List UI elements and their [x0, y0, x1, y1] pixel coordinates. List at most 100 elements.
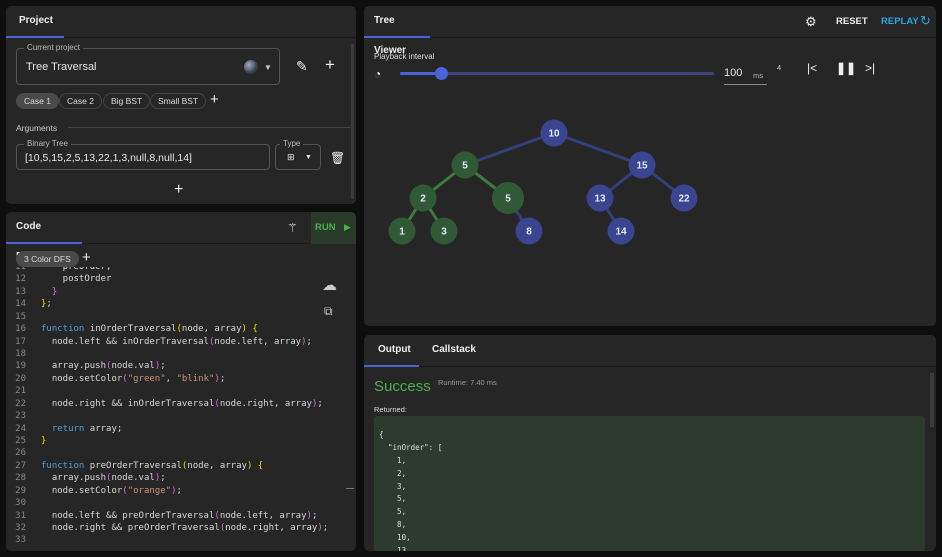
project-panel: Project Current project Tree Traversal ▼…: [6, 6, 356, 204]
interval-value: 100: [724, 67, 743, 79]
delete-icon[interactable]: 🗑: [330, 151, 345, 165]
tree-node[interactable]: 22: [670, 184, 698, 212]
code-token: return: [51, 423, 85, 434]
code-token: {: [257, 460, 264, 471]
current-project-select[interactable]: Current project Tree Traversal ▼: [16, 43, 280, 85]
code-token: node.right, array: [219, 398, 312, 409]
node-value: 2: [420, 194, 426, 205]
case-chip[interactable]: Small BST: [150, 93, 207, 109]
code-line: 25}: [6, 435, 336, 447]
settings-icon[interactable]: ⚙: [805, 15, 817, 29]
tree-node[interactable]: 3: [430, 217, 458, 245]
code-token: ,: [165, 373, 177, 384]
add-case-icon[interactable]: +: [210, 92, 219, 107]
code-token: node.setColor: [41, 373, 123, 384]
code-token: ;: [176, 485, 182, 496]
step-forward-icon[interactable]: >|: [865, 61, 875, 75]
case-chip[interactable]: Case 1: [16, 93, 59, 109]
code-token: "green": [127, 373, 166, 384]
json-line: 3,: [379, 481, 407, 491]
node-value: 14: [615, 227, 627, 238]
copy-icon[interactable]: ⧉: [324, 304, 333, 318]
type-select[interactable]: Type ⊞ ▼: [275, 139, 321, 170]
code-token: node.right && inOrderTraversal: [41, 398, 215, 409]
json-line: 5,: [379, 494, 407, 504]
code-text: function inOrderTraversal(node, array) {: [41, 323, 258, 335]
replay-icon[interactable]: ↻: [920, 14, 931, 28]
node-value: 13: [594, 194, 606, 205]
chevron-down-icon: ▼: [264, 63, 272, 72]
reset-button[interactable]: RESET: [836, 16, 868, 27]
code-token: function: [41, 460, 85, 471]
line-number: 15: [15, 311, 26, 322]
add-argument-icon[interactable]: +: [174, 182, 183, 198]
tree-node[interactable]: 8: [515, 217, 543, 245]
code-token: node.left, array: [214, 336, 302, 347]
run-label: RUN: [315, 222, 336, 233]
code-token: ;: [46, 299, 52, 310]
tab-code-runner[interactable]: Code Runner: [6, 212, 82, 262]
binary-tree-input[interactable]: Binary Tree [10,5,15,2,5,13,22,1,3,null,…: [16, 139, 270, 170]
line-number: 31: [15, 510, 26, 521]
code-text: preOrder,: [41, 267, 112, 273]
tree-node[interactable]: 10: [540, 119, 568, 147]
run-button[interactable]: RUN ▶: [311, 212, 356, 244]
node-value: 15: [636, 161, 648, 172]
line-number: 24: [15, 423, 26, 434]
scrollbar[interactable]: [346, 488, 354, 489]
case-chip[interactable]: Case 2: [59, 93, 102, 109]
speedometer-icon: ◔: [374, 67, 382, 81]
tree-canvas: 105 152 5 13 221 3 8 14: [388, 119, 698, 245]
tab-callstack[interactable]: Callstack: [422, 335, 486, 367]
code-line: 16 function inOrderTraversal(node, array)…: [6, 323, 336, 335]
node-value: 5: [462, 161, 468, 172]
code-token: node.val: [111, 473, 155, 484]
tree-node[interactable]: 14: [607, 217, 635, 245]
line-number: 21: [15, 386, 26, 397]
pause-icon[interactable]: ❚❚: [836, 61, 856, 75]
slider-thumb[interactable]: [434, 67, 448, 80]
tree-node[interactable]: 13: [586, 184, 614, 212]
code-text: }: [41, 286, 57, 298]
tree-node[interactable]: 2: [409, 184, 437, 212]
interval-input[interactable]: 100 ms: [724, 66, 767, 85]
tree-node[interactable]: 5: [492, 182, 524, 214]
json-line: 1,: [379, 455, 407, 465]
tree-node[interactable]: 15: [628, 151, 656, 179]
code-text: node.left && inOrderTraversal(node.left,…: [41, 336, 312, 348]
play-icon: ▶: [344, 222, 351, 232]
step-back-icon[interactable]: |<: [807, 61, 817, 75]
code-token: ;: [311, 510, 318, 521]
line-number: 16: [15, 324, 26, 335]
scrollbar[interactable]: [351, 44, 354, 199]
tab-tree-viewer[interactable]: Tree Viewer: [364, 6, 430, 56]
code-line: 29 node.setColor("orange");: [6, 485, 336, 497]
scrollbar[interactable]: [930, 373, 934, 427]
json-line: 5,: [379, 507, 407, 517]
edit-icon[interactable]: ✎: [296, 59, 308, 73]
script-chip[interactable]: 3 Color DFS: [16, 251, 79, 267]
output-panel: Output Callstack Success Runtime: 7.40 m…: [364, 335, 936, 551]
add-project-icon[interactable]: +: [325, 56, 335, 73]
tree-node[interactable]: 1: [388, 217, 416, 245]
line-number: 11: [15, 267, 26, 272]
code-text: node.right && inOrderTraversal(node.righ…: [41, 398, 323, 410]
tree-node[interactable]: 5: [451, 151, 479, 179]
tab-project[interactable]: Project: [6, 6, 64, 38]
line-number: 20: [15, 373, 26, 384]
code-line: 11 preOrder,: [6, 267, 336, 273]
code-token: preOrderTraversal: [84, 460, 182, 471]
line-number: 27: [15, 460, 26, 471]
add-script-icon[interactable]: +: [82, 250, 91, 265]
magic-wand-icon[interactable]: ⚚: [287, 221, 298, 235]
code-token: "blink": [176, 373, 215, 384]
code-line: 15: [6, 311, 336, 323]
playback-slider[interactable]: [400, 67, 714, 80]
code-editor[interactable]: 11 preOrder, 12 postOrder 13 } 14}; 15 16 func…: [6, 267, 346, 551]
tab-output[interactable]: Output: [364, 335, 419, 367]
case-chip[interactable]: Big BST: [103, 93, 151, 109]
replay-button[interactable]: REPLAY: [881, 16, 919, 27]
line-number: 28: [15, 473, 26, 484]
